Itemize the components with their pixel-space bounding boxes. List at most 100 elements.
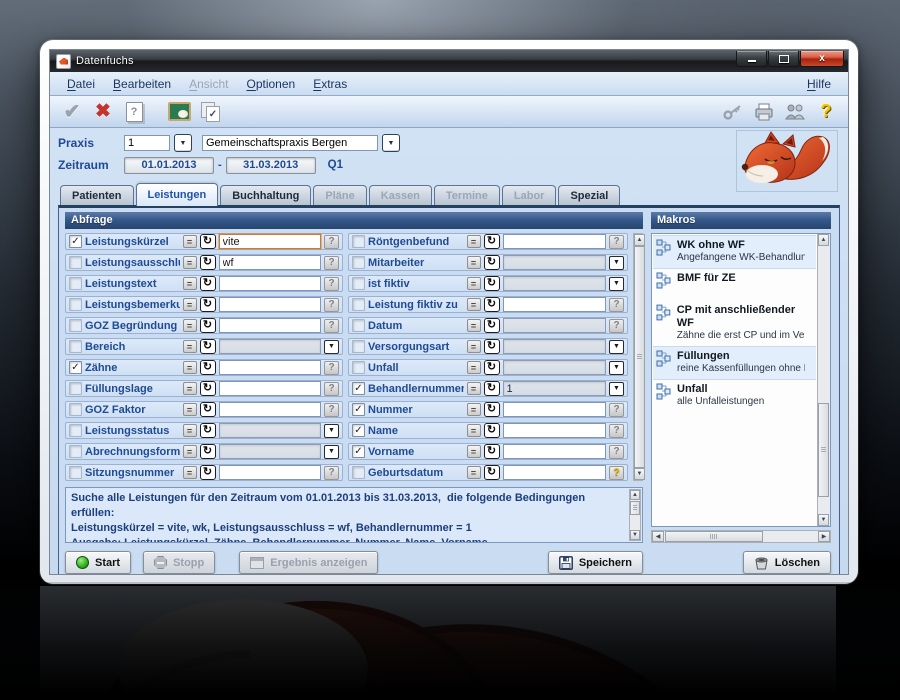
equals-operator-button[interactable]: =	[182, 235, 197, 248]
input-leistungskürzel[interactable]	[218, 234, 321, 249]
checkbox-zähne[interactable]: ✓	[69, 361, 82, 374]
scrollbar-thumb[interactable]	[818, 403, 829, 497]
input-leistungstext[interactable]	[218, 276, 321, 291]
scroll-up-icon[interactable]: ▲	[630, 490, 640, 500]
scrollbar-thumb[interactable]	[665, 531, 763, 542]
scroll-up-icon[interactable]: ▲	[634, 234, 645, 246]
input-geburtsdatum[interactable]	[502, 465, 606, 480]
tab-leistungen[interactable]: Leistungen	[135, 183, 219, 206]
input-leistungsbemerkung[interactable]	[218, 297, 321, 312]
maximize-button[interactable]	[768, 51, 799, 67]
scroll-down-icon[interactable]: ▼	[634, 468, 645, 480]
key-button[interactable]	[721, 100, 745, 124]
reset-refresh-button[interactable]: ↻	[483, 318, 500, 333]
equals-operator-button[interactable]: =	[182, 319, 197, 332]
help-button[interactable]: ?	[609, 318, 624, 333]
equals-operator-button[interactable]: =	[466, 424, 481, 437]
tab-spezial[interactable]: Spezial	[558, 185, 621, 205]
dropdown-arrow-button[interactable]: ▼	[324, 423, 339, 438]
menu-extras[interactable]: Extras	[304, 75, 356, 93]
reset-refresh-button[interactable]: ↻	[483, 234, 500, 249]
checkbox-leistungsbemerkung[interactable]	[69, 298, 82, 311]
help-button[interactable]: ?	[324, 381, 339, 396]
equals-operator-button[interactable]: =	[182, 340, 197, 353]
input-goz-begründung[interactable]	[218, 318, 321, 333]
help-button[interactable]: ?	[609, 423, 624, 438]
reset-refresh-button[interactable]: ↻	[199, 402, 216, 417]
help-button[interactable]: ?	[609, 402, 624, 417]
checkbox-geburtsdatum[interactable]	[352, 466, 365, 479]
makro-item-füllungen[interactable]: Füllungen reine Kassenfüllungen ohne MK	[653, 346, 816, 380]
reset-refresh-button[interactable]: ↻	[483, 360, 500, 375]
dropdown-arrow-button[interactable]: ▼	[609, 339, 624, 354]
checkbox-leistungsstatus[interactable]	[69, 424, 82, 437]
checkbox-goz-begründung[interactable]	[69, 319, 82, 332]
board-button[interactable]	[167, 100, 191, 124]
checkbox-abrechnungsform[interactable]	[69, 445, 82, 458]
reset-refresh-button[interactable]: ↻	[483, 381, 500, 396]
help-button[interactable]: ?	[324, 360, 339, 375]
help-button[interactable]: ?	[609, 444, 624, 459]
dropdown-arrow-button[interactable]: ▼	[609, 255, 624, 270]
help-button[interactable]: ?	[324, 255, 339, 270]
select-versorgungsart[interactable]	[502, 339, 606, 354]
confirm-button[interactable]: ✔	[60, 100, 84, 124]
title-bar[interactable]: Datenfuchs x	[50, 50, 848, 72]
reset-refresh-button[interactable]: ↻	[483, 276, 500, 291]
scroll-down-icon[interactable]: ▼	[818, 514, 829, 526]
input-röntgenbefund[interactable]	[502, 234, 606, 249]
reset-refresh-button[interactable]: ↻	[199, 360, 216, 375]
equals-operator-button[interactable]: =	[182, 361, 197, 374]
praxis-name-input[interactable]	[202, 135, 378, 151]
praxis-name-dropdown-button[interactable]: ▼	[382, 134, 400, 152]
reset-refresh-button[interactable]: ↻	[483, 255, 500, 270]
equals-operator-button[interactable]: =	[466, 403, 481, 416]
reset-refresh-button[interactable]: ↻	[483, 465, 500, 480]
makro-item-bmf-für-ze[interactable]: BMF für ZE	[653, 269, 816, 301]
makro-item-cp-mit-anschließender-wf[interactable]: CP mit anschließender WF Zähne die erst C…	[653, 301, 816, 346]
scrollbar-thumb[interactable]	[630, 501, 640, 515]
input-zähne[interactable]	[218, 360, 321, 375]
equals-operator-button[interactable]: =	[466, 277, 481, 290]
select-behandlernummer[interactable]: 1	[502, 381, 606, 396]
checkbox-leistungsausschluss[interactable]	[69, 256, 82, 269]
makro-item-wk-ohne-wf[interactable]: WK ohne WF Angefangene WK-Behandlung	[653, 235, 816, 269]
cancel-button[interactable]: ✖	[91, 100, 115, 124]
help-button[interactable]: ?	[609, 234, 624, 249]
equals-operator-button[interactable]: =	[182, 466, 197, 479]
tab-termine[interactable]: Termine	[433, 185, 500, 205]
close-button[interactable]: x	[800, 51, 844, 67]
tab-labor[interactable]: Labor	[501, 185, 557, 205]
start-button[interactable]: Start	[65, 551, 132, 574]
checkbox-sitzungsnummer[interactable]	[69, 466, 82, 479]
reset-refresh-button[interactable]: ↻	[199, 297, 216, 312]
reset-refresh-button[interactable]: ↻	[199, 339, 216, 354]
help-button[interactable]: ?	[324, 297, 339, 312]
equals-operator-button[interactable]: =	[466, 445, 481, 458]
help-button[interactable]: ?	[609, 297, 624, 312]
checkbox-mitarbeiter[interactable]	[352, 256, 365, 269]
praxis-number-input[interactable]	[124, 135, 170, 151]
checkbox-bereich[interactable]	[69, 340, 82, 353]
stopp-button[interactable]: Stopp	[143, 551, 216, 574]
reset-refresh-button[interactable]: ↻	[199, 234, 216, 249]
reset-refresh-button[interactable]: ↻	[199, 381, 216, 396]
reset-refresh-button[interactable]: ↻	[483, 402, 500, 417]
equals-operator-button[interactable]: =	[466, 466, 481, 479]
select-leistungsstatus[interactable]	[218, 423, 321, 438]
equals-operator-button[interactable]: =	[466, 319, 481, 332]
help-button[interactable]: ?	[324, 465, 339, 480]
reset-refresh-button[interactable]: ↻	[199, 444, 216, 459]
equals-operator-button[interactable]: =	[466, 298, 481, 311]
users-button[interactable]	[783, 100, 807, 124]
checkbox-füllungslage[interactable]	[69, 382, 82, 395]
praxis-number-dropdown-button[interactable]: ▼	[174, 134, 192, 152]
reset-refresh-button[interactable]: ↻	[199, 276, 216, 291]
ergebnis-anzeigen-button[interactable]: Ergebnis anzeigen	[239, 551, 379, 574]
equals-operator-button[interactable]: =	[466, 235, 481, 248]
print-button[interactable]	[752, 100, 776, 124]
reset-refresh-button[interactable]: ↻	[199, 465, 216, 480]
input-nummer[interactable]	[502, 402, 606, 417]
dropdown-arrow-button[interactable]: ▼	[609, 360, 624, 375]
help-button-toolbar[interactable]: ?	[814, 100, 838, 124]
